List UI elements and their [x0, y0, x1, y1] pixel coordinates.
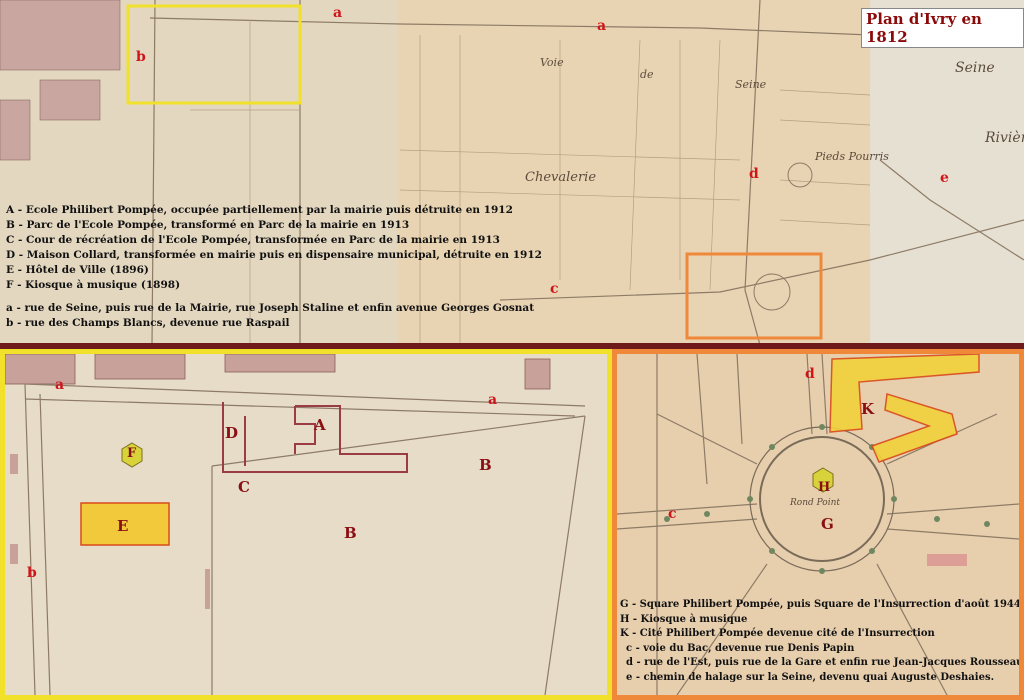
- place-label-G: G: [821, 515, 834, 533]
- legend-line: K - Cité Philibert Pompée devenue cité d…: [620, 628, 935, 639]
- road-label-c: c: [550, 281, 559, 297]
- map-word-rond-point: Rond Point: [790, 498, 841, 508]
- legend-line: c - voie du Bac, devenue rue Denis Papin: [626, 642, 855, 654]
- legend-spacer: [6, 293, 542, 301]
- road-label-a-2: a: [597, 18, 607, 34]
- top-map-panel: Voie de Seine Chevalerie Pieds Pourris S…: [0, 0, 1024, 345]
- map-word-chevalerie: Chevalerie: [525, 170, 597, 185]
- place-label-K: K: [861, 400, 875, 418]
- place-label-D: D: [225, 424, 239, 442]
- place-label-B-2: B: [344, 524, 357, 542]
- legend-line: a - rue de Seine, puis rue de la Mairie,…: [6, 302, 535, 314]
- top-legend: A - Ecole Philibert Pompée, occupée part…: [6, 203, 542, 331]
- place-label-C: C: [238, 478, 250, 496]
- roundabout-road-label-d: d: [805, 366, 815, 382]
- place-label-E: E: [117, 517, 129, 535]
- legend-line: H - Kiosque à musique: [620, 613, 748, 625]
- map-word-seine-river: Seine: [955, 60, 995, 76]
- road-label-a-1: a: [333, 5, 343, 21]
- map-word-riviere: Rivière: [985, 130, 1024, 146]
- roundabout-legend: G - Square Philibert Pompée, puis Square…: [620, 598, 1024, 685]
- legend-line: b - rue des Champs Blancs, devenue rue R…: [6, 317, 290, 329]
- legend-line: e - chemin de halage sur la Seine, deven…: [626, 671, 995, 683]
- zoom-panel-orange: d K H Rond Point G c G - Square Philiber…: [612, 349, 1024, 700]
- zoom-panel-yellow: a a b A D B C B E F: [0, 349, 612, 700]
- place-label-H: H: [818, 480, 831, 495]
- legend-line: d - rue de l'Est, puis rue de la Gare et…: [626, 657, 1024, 668]
- map-word-de: de: [640, 68, 654, 81]
- legend-line: F - Kiosque à musique (1898): [6, 279, 181, 291]
- legend-line: G - Square Philibert Pompée, puis Square…: [620, 599, 1021, 610]
- road-label-b: b: [136, 49, 146, 65]
- roundabout-road-label-c: c: [668, 506, 677, 522]
- road-label-e: e: [940, 170, 949, 186]
- zoom-road-label-a-2: a: [488, 392, 498, 408]
- map-word-voie: Voie: [540, 56, 564, 69]
- legend-line: E - Hôtel de Ville (1896): [6, 264, 149, 276]
- road-label-d: d: [749, 166, 759, 182]
- legend-line: A - Ecole Philibert Pompée, occupée part…: [6, 204, 513, 216]
- place-label-A: A: [314, 416, 326, 434]
- map-word-seine: Seine: [735, 78, 767, 91]
- legend-line: D - Maison Collard, transformée en mairi…: [6, 249, 542, 261]
- legend-line: C - Cour de récréation de l'Ecole Pompée…: [6, 234, 500, 246]
- zoom-road-label-b: b: [27, 565, 37, 581]
- zoom-road-label-a-1: a: [55, 377, 65, 393]
- zoom-map-drawing: [5, 354, 586, 695]
- map-title: Plan d'Ivry en 1812: [861, 8, 1024, 48]
- place-label-B-1: B: [479, 456, 492, 474]
- place-label-F: F: [127, 446, 137, 461]
- map-word-pieds-pourris: Pieds Pourris: [815, 150, 889, 163]
- legend-line: B - Parc de l'Ecole Pompée, transformé e…: [6, 219, 410, 231]
